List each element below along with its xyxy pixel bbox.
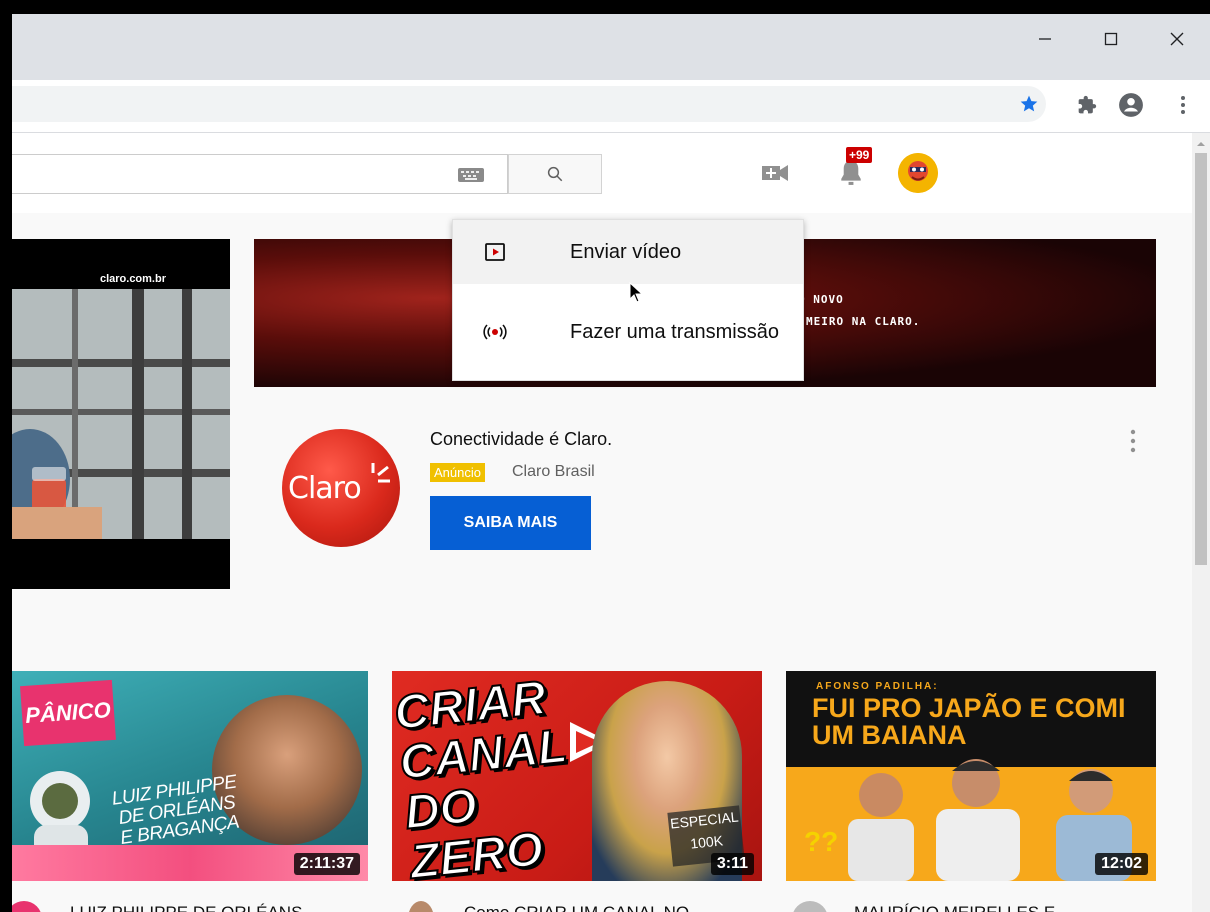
thumb-2-title: CRIAR CANAL DO ZERO — [392, 671, 570, 881]
page-scrollbar[interactable] — [1192, 133, 1210, 912]
menu-kebab-icon[interactable] — [1168, 90, 1198, 120]
video-title[interactable]: Como CRIAR UM CANAL NO — [464, 903, 689, 912]
duration-badge: 2:11:37 — [293, 853, 360, 875]
saiba-mais-button[interactable]: SAIBA MAIS — [430, 496, 591, 550]
menu-item-label: Enviar vídeo — [570, 240, 682, 263]
claro-logo-text: Claro — [288, 471, 362, 506]
video-camera-add-icon — [762, 165, 788, 181]
scrollbar-thumb[interactable] — [1195, 153, 1207, 565]
search-icon — [547, 166, 563, 182]
close-icon — [1170, 32, 1184, 46]
duration-badge: 3:11 — [710, 853, 754, 875]
ad-more-button[interactable] — [1130, 429, 1142, 457]
channel-avatar[interactable] — [12, 901, 42, 912]
maximize-icon — [1104, 32, 1118, 46]
keyboard-icon[interactable] — [458, 168, 484, 182]
search-button[interactable] — [508, 154, 602, 194]
account-circle-icon[interactable] — [1116, 90, 1146, 120]
masthead: +99 — [12, 133, 1192, 213]
ad-badge: Anúncio — [430, 463, 485, 482]
close-button[interactable] — [1144, 14, 1210, 64]
title-bar — [12, 14, 1210, 80]
ad-video-watermark: claro.com.br — [99, 273, 166, 285]
video-thumbnail-2[interactable]: CRIAR CANAL DO ZERO ESPECIAL 100K 3:11 — [392, 671, 762, 881]
video-thumbnail-3[interactable]: AFONSO PADILHA: FUI PRO JAPÃO E COMI UM … — [786, 671, 1156, 881]
ad-advertiser[interactable]: Claro Brasil — [512, 463, 595, 481]
video-title[interactable]: LUIZ PHILIPPE DE ORLÉANS — [70, 903, 302, 912]
video-title[interactable]: MAURÍCIO MEIRELLES E — [854, 903, 1055, 912]
claro-logo-mark — [371, 463, 390, 483]
avatar[interactable] — [898, 153, 938, 193]
thumb-3-kicker: AFONSO PADILHA: — [816, 681, 939, 692]
minimize-icon — [1039, 38, 1051, 40]
search-input[interactable] — [12, 154, 508, 194]
upload-video-icon — [485, 243, 505, 261]
create-menu: Enviar vídeo Fazer uma transmissão — [452, 219, 804, 381]
browser-toolbar — [12, 80, 1210, 133]
thumb-1-title: LUIZ PHILIPPE DE ORLÉANS E BRAGANÇA — [110, 771, 241, 850]
mouse-cursor-icon — [629, 282, 644, 303]
channel-avatar[interactable] — [792, 901, 828, 912]
duration-badge: 12:02 — [1095, 853, 1148, 875]
more-vert-icon — [1130, 429, 1136, 453]
extensions-puzzle-icon[interactable] — [1072, 90, 1102, 120]
video-thumbnail-1[interactable]: PÂNICO LUIZ PHILIPPE DE ORLÉANS E BRAGAN… — [12, 671, 368, 881]
menu-item-go-live[interactable]: Fazer uma transmissão — [453, 300, 803, 364]
ad-banner-line1: O NOVO — [798, 293, 844, 306]
menu-item-label: Fazer uma transmissão — [570, 320, 779, 343]
youtube-page: +99 claro.com.br O NOVO MEIRO NA CLARO. … — [12, 133, 1192, 912]
ad-banner-line2: MEIRO NA CLARO. — [806, 315, 921, 328]
maximize-button[interactable] — [1078, 14, 1144, 64]
live-broadcast-icon — [483, 324, 507, 340]
ad-video-player[interactable]: claro.com.br — [12, 239, 230, 589]
svg-text:??: ?? — [804, 826, 838, 857]
thumb-3-title: FUI PRO JAPÃO E COMI UM BAIANA — [812, 693, 1126, 750]
scroll-up-icon[interactable] — [1192, 137, 1210, 151]
bookmark-star-icon[interactable] — [1014, 89, 1044, 119]
notification-badge: +99 — [846, 147, 873, 163]
channel-avatar[interactable] — [408, 901, 434, 912]
minimize-button[interactable] — [1012, 14, 1078, 64]
ad-title[interactable]: Conectividade é Claro. — [430, 429, 612, 450]
create-video-button[interactable] — [760, 159, 792, 187]
address-bar[interactable] — [12, 86, 1046, 122]
browser-window: +99 claro.com.br O NOVO MEIRO NA CLARO. … — [12, 14, 1210, 912]
claro-logo[interactable]: Claro — [282, 429, 400, 547]
panico-logo: PÂNICO — [20, 679, 116, 747]
ad-video-frame — [12, 289, 230, 539]
notifications-button[interactable]: +99 — [834, 147, 878, 195]
menu-item-upload-video[interactable]: Enviar vídeo — [453, 220, 803, 284]
